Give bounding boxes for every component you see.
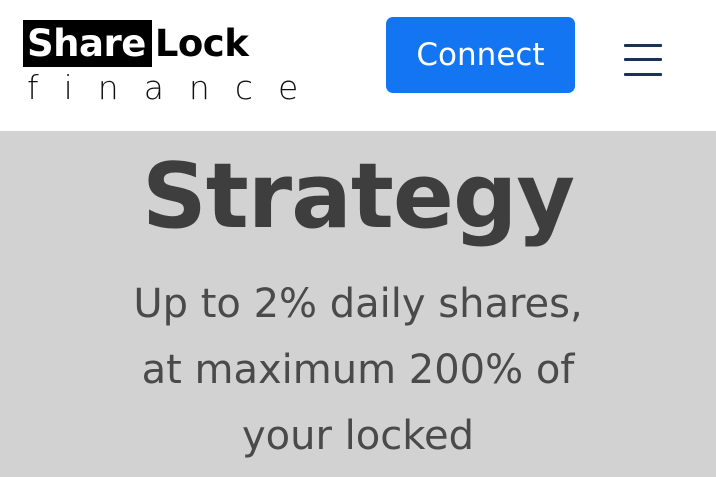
hero-line: your locked [242, 413, 474, 459]
menu-bar [624, 58, 662, 61]
logo-lock-text: Lock [154, 22, 249, 65]
logo-wordmark: Share Lock [23, 20, 249, 67]
menu-bar [624, 44, 662, 47]
hero-title: Strategy [141, 144, 575, 249]
connect-button[interactable]: Connect [386, 17, 575, 93]
hero-section: Strategy Up to 2% daily shares, at maxim… [0, 131, 716, 477]
sharelock-logo[interactable]: Share Lock finance [23, 20, 324, 107]
menu-bar [624, 73, 662, 76]
header: Share Lock finance Connect [0, 0, 716, 131]
hero-line: Up to 2% daily shares, [133, 281, 583, 327]
hamburger-menu-icon[interactable] [618, 38, 668, 82]
hero-line: at maximum 200% of [141, 347, 575, 393]
logo-share-text: Share [23, 20, 152, 67]
logo-subtitle: finance [27, 68, 324, 107]
hero-description: Up to 2% daily shares, at maximum 200% o… [80, 271, 636, 469]
